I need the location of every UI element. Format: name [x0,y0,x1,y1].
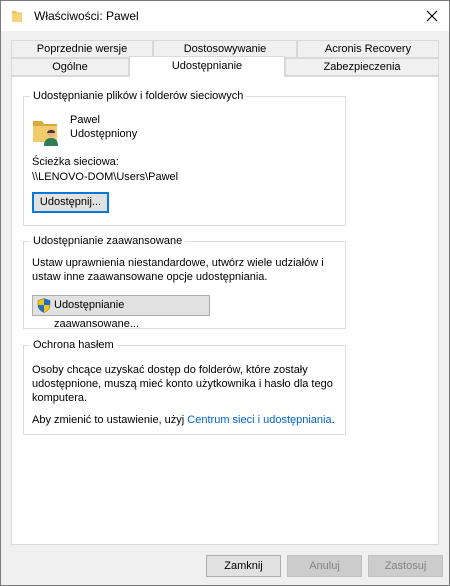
cancel-button[interactable]: Anuluj [287,555,362,577]
close-button[interactable] [415,1,449,31]
uac-shield-icon [37,298,51,313]
advanced-sharing-desc-1: Ustaw uprawnienia niestandardowe, utwórz… [32,257,324,269]
close-dialog-button[interactable]: Zamknij [206,555,281,577]
properties-dialog: Właściwości: Pawel Poprzednie wersje Dos… [0,0,450,586]
advanced-sharing-title: Udostępnianie zaawansowane [30,234,186,248]
tab-ogolne[interactable]: Ogólne [11,58,129,76]
sharing-tab-panel: Udostępnianie plików i folderów sieciowy… [11,76,439,545]
shared-item-status: Udostępniony [70,128,138,140]
advanced-sharing-button-label: Udostępnianie zaawansowane... [54,299,139,330]
network-path-value: \\LENOVO-DOM\Users\Pawel [32,171,179,183]
shared-item-name: Pawel [70,114,100,126]
share-button[interactable]: Udostępnij... [32,192,109,213]
advanced-sharing-desc-2: ustaw inne zaawansowane opcje udostępnia… [32,271,268,283]
close-icon [426,10,438,22]
title-bar[interactable]: Właściwości: Pawel [1,1,449,31]
tab-udostepnianie[interactable]: Udostępnianie [129,56,285,77]
network-path-label: Ścieżka sieciowa: [32,156,119,168]
advanced-sharing-button[interactable]: Udostępnianie zaawansowane... [32,295,210,330]
tab-acronis-recovery[interactable]: Acronis Recovery [297,40,439,58]
network-sharing-group: Udostępnianie plików i folderów sieciowy… [23,89,346,226]
tab-zabezpieczenia[interactable]: Zabezpieczenia [285,58,439,76]
advanced-sharing-group: Udostępnianie zaawansowane Ustaw uprawni… [23,234,346,330]
password-protection-line-3: komputera. [32,392,88,404]
change-setting-text: Aby zmienić to ustawienie, użyj Centrum … [32,413,335,427]
password-protection-line-1: Osoby chcące uzyskać dostęp do folderów,… [32,364,308,376]
change-setting-suffix: . [331,414,335,426]
shared-folder-user-icon [31,116,61,146]
apply-button[interactable]: Zastosuj [368,555,443,577]
network-sharing-title: Udostępnianie plików i folderów sieciowy… [30,89,247,103]
password-protection-group: Ochrona hasłem Osoby chcące uzyskać dost… [23,338,346,435]
folder-icon [12,10,22,22]
change-setting-prefix: Aby zmienić to ustawienie, użyj [32,414,188,426]
network-sharing-center-link[interactable]: Centrum sieci i udostępniania [187,414,331,426]
window-title: Właściwości: Pawel [34,9,139,23]
password-protection-title: Ochrona hasłem [30,338,117,352]
password-protection-line-2: udostępnione, muszą mieć konto użytkowni… [32,378,333,390]
